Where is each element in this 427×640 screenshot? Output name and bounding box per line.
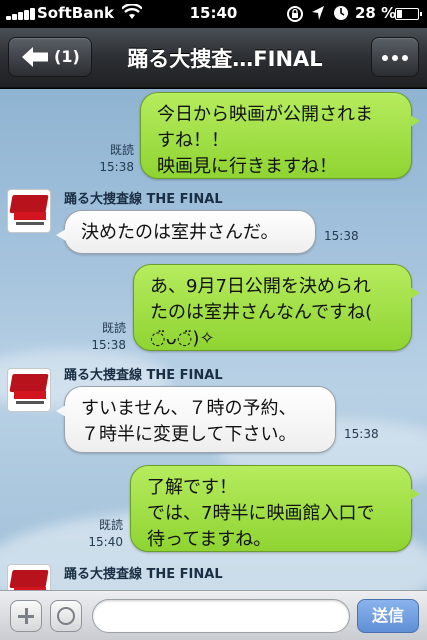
unread-count: (1) — [54, 47, 80, 66]
status-bar: SoftBank 15:40 28 % — [0, 0, 427, 28]
message-input[interactable] — [92, 599, 350, 633]
message-bubble-outgoing[interactable]: あ、9月7日公開を決められ たのは室井さんなんですね( ◌̈ᴗ◌̈)✧ — [133, 264, 420, 351]
battery-icon — [395, 8, 422, 20]
avatar[interactable] — [7, 368, 51, 412]
sender-name: 踊る大捜査線 THE FINAL — [64, 368, 223, 383]
sender-name: 踊る大捜査線 THE FINAL — [64, 192, 223, 207]
message-bubble-incoming[interactable]: 決めたのは室井さんだ。 — [56, 210, 316, 254]
avatar[interactable] — [7, 564, 51, 590]
message-time: 15:40 — [88, 535, 123, 549]
message-bubble-outgoing[interactable]: 了解です！ では、7時半に映画館入口で 待ってますね。 — [130, 465, 420, 552]
back-arrow-icon — [22, 47, 48, 67]
nav-bar: (1) 踊る大捜査…FINAL — [0, 28, 427, 88]
avatar[interactable] — [7, 189, 51, 233]
emoji-button[interactable] — [50, 600, 82, 632]
message-bubble-outgoing[interactable]: 今日から映画が公開されま すね！！ 映画見に行きますね！ — [140, 92, 420, 179]
message-time: 15:38 — [344, 427, 379, 441]
message-time: 15:38 — [91, 338, 126, 352]
alarm-icon — [334, 6, 348, 20]
read-status: 既読 — [98, 518, 123, 532]
chat-area[interactable]: 今日から映画が公開されま すね！！ 映画見に行きますね！ 既読 15:38 踊る… — [0, 89, 427, 590]
message-bubble-incoming[interactable]: すいません、７時の予約、 ７時半に変更して下さい。 — [56, 386, 336, 453]
message-time: 15:38 — [99, 160, 134, 174]
input-bar: 送信 — [0, 590, 427, 640]
battery-percent: 28 % — [355, 4, 397, 22]
more-button[interactable] — [371, 37, 419, 77]
sender-name: 踊る大捜査線 THE FINAL — [64, 567, 223, 582]
read-status: 既読 — [101, 321, 126, 335]
message-time: 15:38 — [324, 229, 359, 243]
attach-button[interactable] — [10, 600, 42, 632]
emoji-icon — [57, 607, 75, 625]
chat-title: 踊る大捜査…FINAL — [127, 47, 323, 71]
back-button[interactable]: (1) — [8, 37, 92, 77]
location-icon — [312, 6, 324, 20]
rotation-lock-icon — [287, 6, 303, 22]
send-button[interactable]: 送信 — [357, 599, 419, 633]
read-status: 既読 — [109, 143, 134, 157]
